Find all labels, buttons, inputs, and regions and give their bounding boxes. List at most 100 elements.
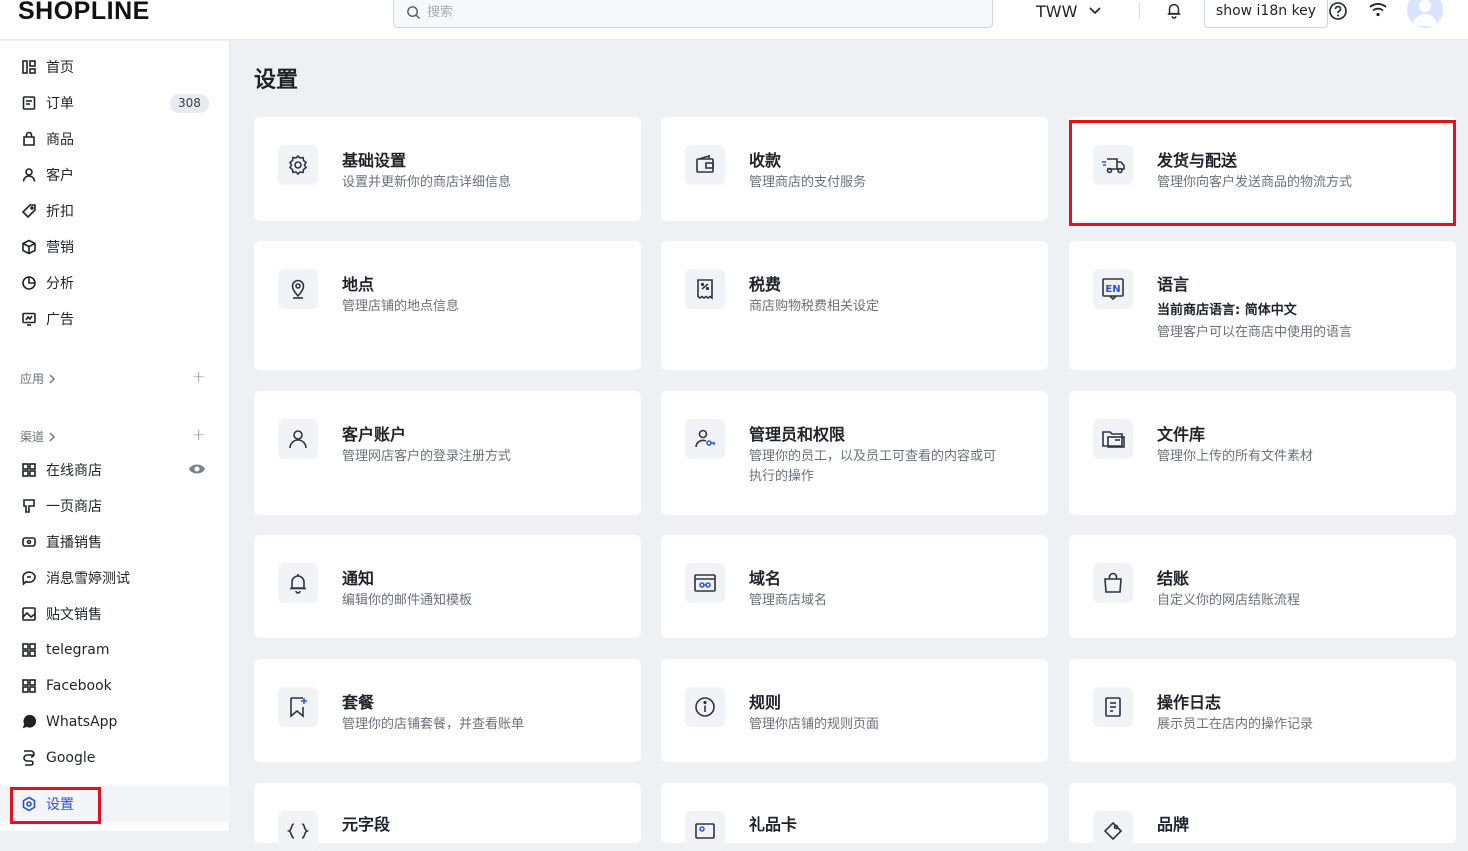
- domain-icon: [685, 563, 725, 603]
- sidebar-item-label: 折扣: [46, 204, 74, 220]
- add-app-plus-icon[interactable]: +: [192, 367, 205, 386]
- card-title: 管理员和权限: [749, 425, 846, 444]
- card-title: 礼品卡: [749, 815, 798, 834]
- card-desc: 管理网店客户的登录注册方式: [342, 449, 512, 464]
- card-title: 域名: [749, 569, 782, 588]
- card-desc: 管理客户可以在商店中使用的语言: [1157, 325, 1353, 340]
- shopline-logo[interactable]: SHOPLINE: [18, 0, 150, 26]
- sidebar-item-label: 营销: [46, 240, 74, 256]
- card-metafields[interactable]: 元字段: [254, 783, 641, 851]
- card-plans[interactable]: 套餐 管理你的店铺套餐，并查看账单: [254, 659, 641, 762]
- card-customer-accounts[interactable]: 客户账户 管理网店客户的登录注册方式: [254, 391, 641, 515]
- grid-icon: [20, 461, 38, 479]
- dashboard-icon: [20, 58, 38, 76]
- card-file-library[interactable]: 文件库 管理你上传的所有文件素材: [1069, 391, 1456, 515]
- sidebar-item-label: 一页商店: [46, 499, 102, 515]
- card-title: 结账: [1157, 569, 1190, 588]
- gear-icon: [278, 145, 318, 185]
- card-desc: 管理你店铺的规则页面: [749, 717, 880, 732]
- google-icon: [20, 749, 38, 767]
- sidebar-item-analytics[interactable]: 分析: [0, 265, 230, 301]
- sidebar-item-telegram[interactable]: telegram: [0, 632, 230, 668]
- sidebar-item-facebook[interactable]: Facebook: [0, 668, 230, 704]
- card-basic-settings[interactable]: 基础设置 设置并更新你的商店详细信息: [254, 117, 641, 221]
- card-desc: 管理你上传的所有文件素材: [1157, 449, 1314, 464]
- card-admins-permissions[interactable]: 管理员和权限 管理你的员工，以及员工可查看的内容或可 执行的操作: [661, 391, 1048, 515]
- avatar[interactable]: [1407, 0, 1443, 28]
- search-input[interactable]: [427, 4, 967, 20]
- ad-icon: [20, 310, 38, 328]
- receipt-icon: [685, 269, 725, 309]
- add-channel-plus-icon[interactable]: +: [192, 425, 205, 444]
- sidebar-item-label: Google: [46, 750, 96, 766]
- wifi-icon[interactable]: [1368, 2, 1388, 22]
- sidebar-item-post-selling[interactable]: 贴文销售: [0, 596, 230, 632]
- store-switcher[interactable]: TWW: [1036, 0, 1101, 22]
- sidebar-item-live-selling[interactable]: 直播销售: [0, 524, 230, 560]
- wallet-icon: [685, 145, 725, 185]
- channels-section-label[interactable]: 渠道: [20, 428, 56, 445]
- card-payments[interactable]: 收款 管理商店的支付服务: [661, 117, 1048, 221]
- tag-icon: [20, 202, 38, 220]
- log-icon: [1093, 687, 1133, 727]
- card-desc: 管理你的店铺套餐，并查看账单: [342, 717, 525, 732]
- sidebar-item-discounts[interactable]: 折扣: [0, 193, 230, 229]
- folder-icon: [1093, 419, 1133, 459]
- sidebar-item-one-page-store[interactable]: 一页商店: [0, 488, 230, 524]
- sidebar-item-message-test[interactable]: 消息雪婷测试: [0, 560, 230, 596]
- apps-section-label[interactable]: 应用: [20, 370, 56, 387]
- card-gift-cards[interactable]: 礼品卡: [661, 783, 1048, 851]
- info-icon: [685, 687, 725, 727]
- sidebar-item-products[interactable]: 商品: [0, 121, 230, 157]
- card-checkout[interactable]: 结账 自定义你的网店结账流程: [1069, 535, 1456, 638]
- sidebar-item-home[interactable]: 首页: [0, 49, 230, 85]
- sidebar-item-marketing[interactable]: 营销: [0, 229, 230, 265]
- sidebar-item-label: WhatsApp: [46, 714, 118, 730]
- sidebar-item-label: 订单: [46, 96, 74, 112]
- card-locations[interactable]: 地点 管理店铺的地点信息: [254, 241, 641, 370]
- admin-key-icon: [685, 419, 725, 459]
- card-desc: 管理你的员工，以及员工可查看的内容或可: [749, 449, 997, 464]
- sidebar-item-online-store[interactable]: 在线商店: [0, 452, 230, 488]
- notification-bell-icon[interactable]: [1165, 1, 1183, 23]
- card-title: 客户账户: [342, 425, 407, 444]
- live-icon: [20, 533, 38, 551]
- grid-icon: [20, 677, 38, 695]
- card-title: 规则: [749, 693, 782, 712]
- chevron-down-icon: [1089, 7, 1101, 15]
- sidebar-item-customers[interactable]: 客户: [0, 157, 230, 193]
- top-bar: SHOPLINE TWW show i18n key: [0, 0, 1468, 40]
- card-desc: 展示员工在店内的操作记录: [1157, 717, 1314, 732]
- card-activity-log[interactable]: 操作日志 展示员工在店内的操作记录: [1069, 659, 1456, 762]
- card-desc: 自定义你的网店结账流程: [1157, 593, 1301, 608]
- sidebar-item-google[interactable]: Google: [0, 740, 230, 776]
- eye-icon[interactable]: [188, 462, 206, 480]
- sidebar-item-orders[interactable]: 订单 308: [0, 85, 230, 121]
- card-taxes[interactable]: 税费 商店购物税费相关设定: [661, 241, 1048, 370]
- card-title: 地点: [342, 275, 375, 294]
- sidebar-item-ads[interactable]: 广告: [0, 301, 230, 337]
- sidebar-item-label: Facebook: [46, 678, 112, 694]
- divider: [1139, 2, 1140, 20]
- grid-icon: [20, 641, 38, 659]
- sidebar-item-label: 广告: [46, 312, 74, 328]
- current-language: 当前商店语言: 简体中文: [1157, 303, 1297, 318]
- card-languages[interactable]: EN 语言 当前商店语言: 简体中文 管理客户可以在商店中使用的语言: [1069, 241, 1456, 370]
- brand-icon: [1093, 811, 1133, 851]
- show-i18n-key-button[interactable]: show i18n key: [1204, 0, 1328, 28]
- sidebar-item-label: telegram: [46, 642, 110, 658]
- card-desc: 编辑你的邮件通知模板: [342, 593, 473, 608]
- order-count-badge: 308: [170, 94, 209, 113]
- card-desc: 商店购物税费相关设定: [749, 299, 880, 314]
- sidebar-item-whatsapp[interactable]: WhatsApp: [0, 704, 230, 740]
- card-brand[interactable]: 品牌: [1069, 783, 1456, 851]
- search-box[interactable]: [393, 0, 993, 28]
- help-icon[interactable]: [1328, 1, 1348, 25]
- card-domains[interactable]: 域名 管理商店域名: [661, 535, 1048, 638]
- checkout-bag-icon: [1093, 563, 1133, 603]
- card-notifications[interactable]: 通知 编辑你的邮件通知模板: [254, 535, 641, 638]
- metafield-icon: [278, 811, 318, 851]
- location-icon: [278, 269, 318, 309]
- card-policies[interactable]: 规则 管理你店铺的规则页面: [661, 659, 1048, 762]
- card-desc-line2: 执行的操作: [749, 469, 815, 484]
